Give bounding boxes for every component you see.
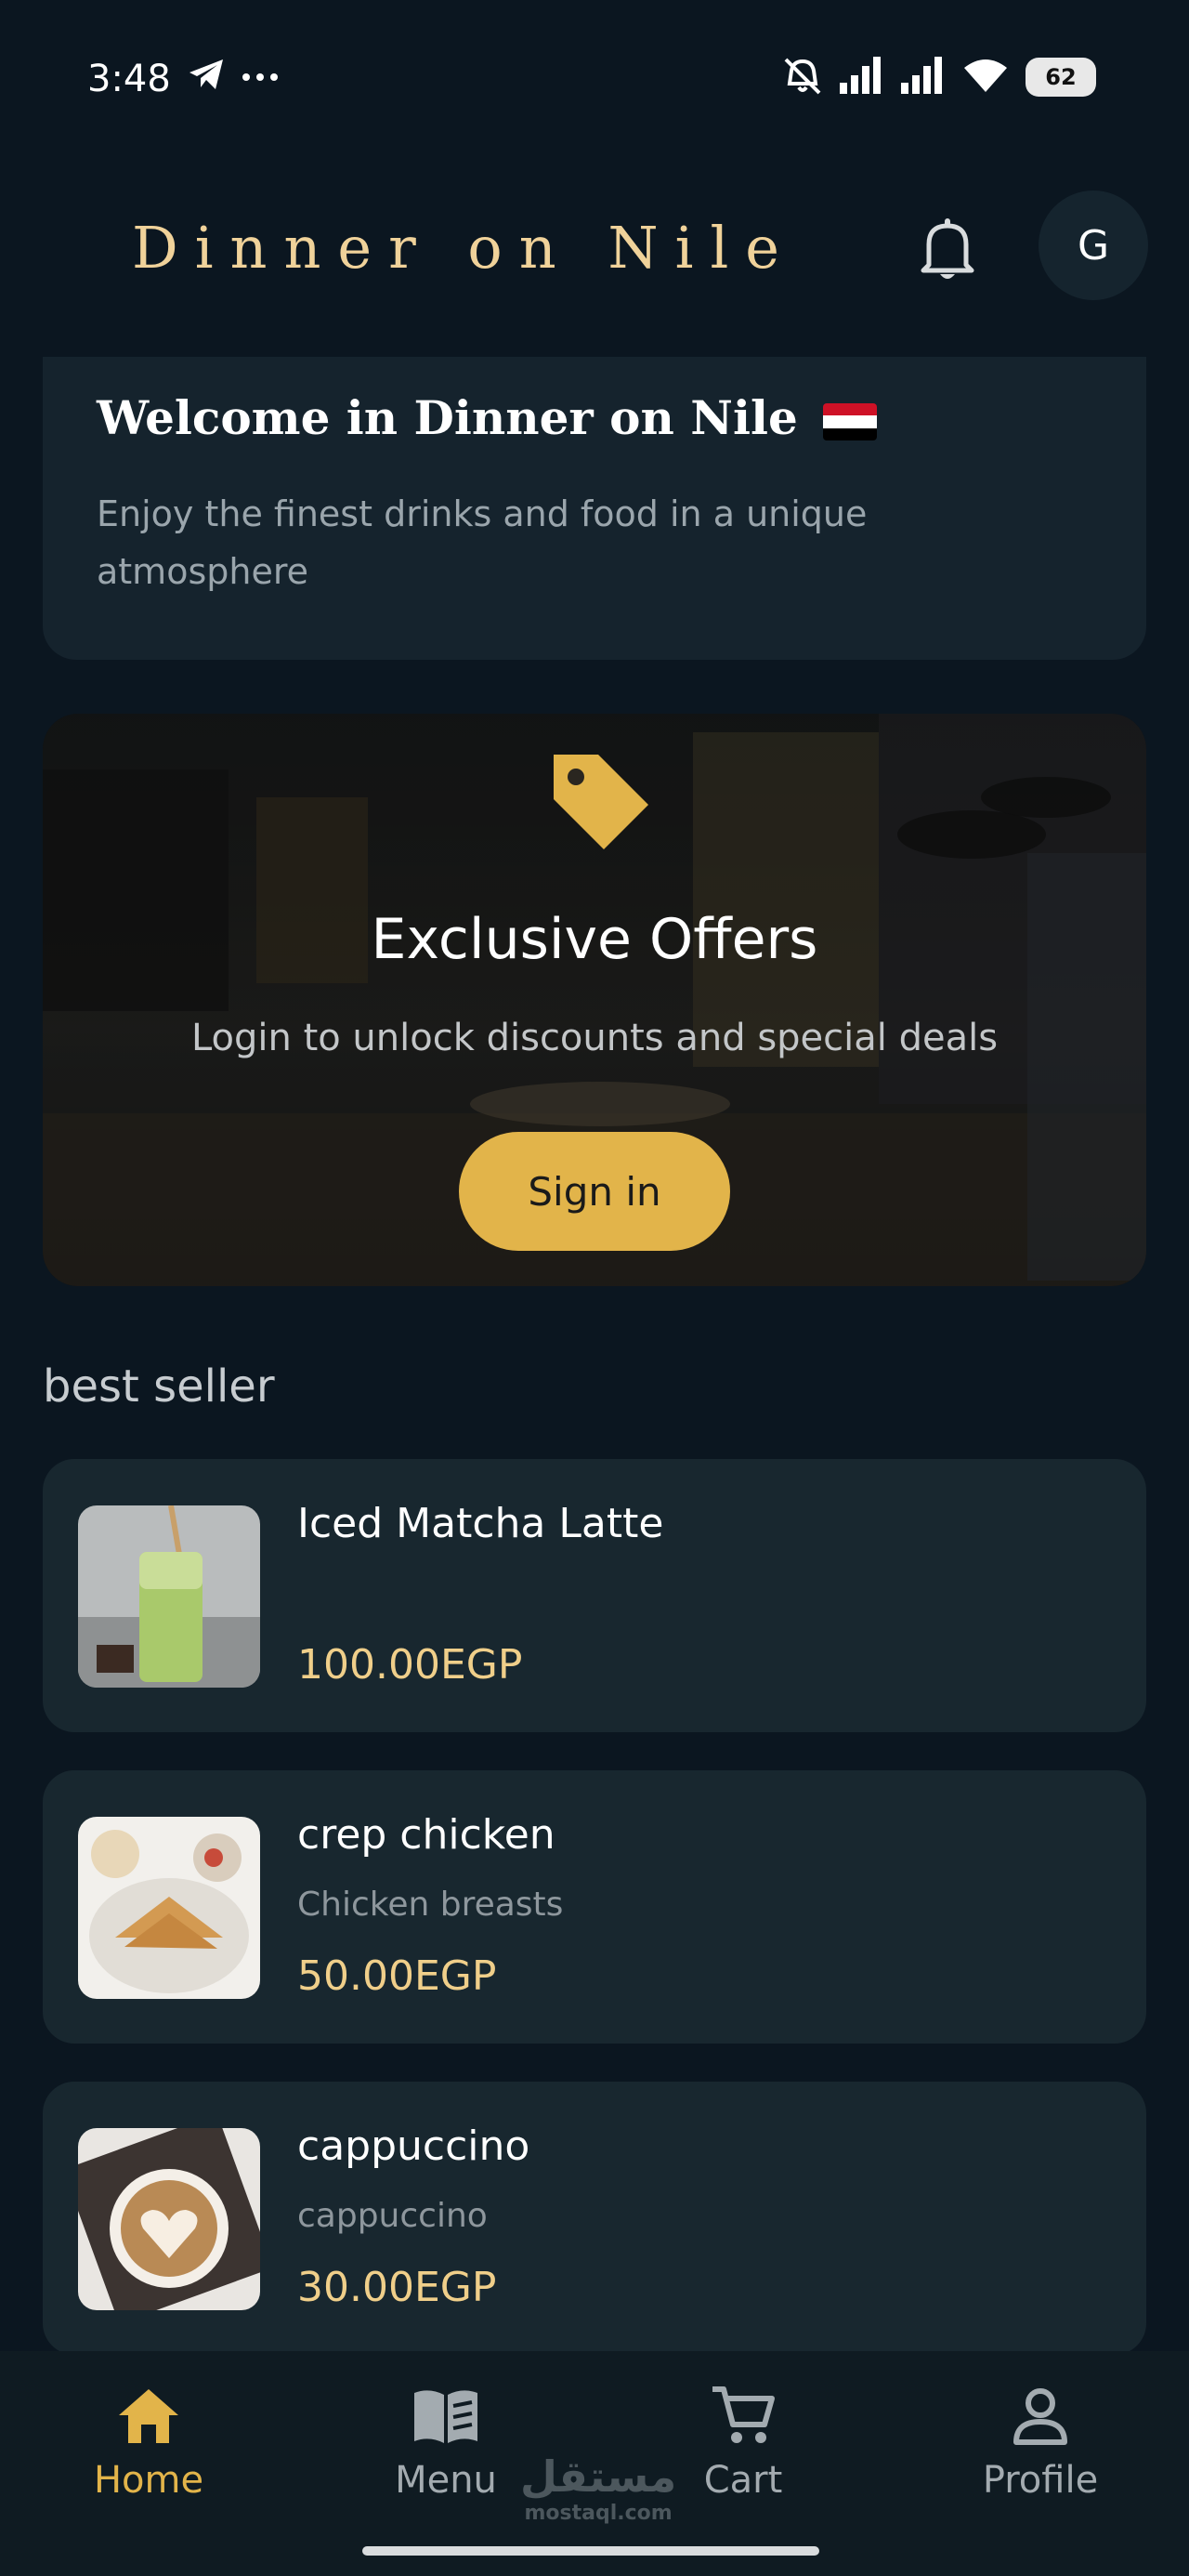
offers-content: Exclusive Offers Login to unlock discoun… [43,714,1146,1286]
product-card[interactable]: crep chicken Chicken breasts 50.00EGP [43,1770,1146,2044]
product-name: cappuccino [297,2123,530,2170]
home-icon [46,2379,251,2453]
welcome-title: Welcome in Dinner on Nile [97,390,878,445]
offers-subtitle: Login to unlock discounts and special de… [190,1017,999,1059]
more-icon [242,68,279,85]
home-indicator [362,2546,819,2556]
watermark: مستقل mostaql.com [520,2451,676,2525]
product-image-crep [78,1817,260,1999]
nav-home-label: Home [93,2459,204,2502]
nav-profile[interactable]: Profile [938,2379,1143,2502]
product-card[interactable]: cappuccino cappuccino 30.00EGP [43,2082,1146,2355]
best-seller-title: best seller [43,1360,275,1413]
offers-title: Exclusive Offers [371,907,818,972]
status-right-icons: 62 [782,56,1096,99]
status-left-icons [188,58,279,95]
egypt-flag-icon [823,403,878,440]
avatar[interactable]: G [1039,191,1148,300]
cart-icon [641,2379,845,2453]
signal-icon [901,57,946,98]
watermark-latin: mostaql.com [524,2502,673,2525]
mute-icon [782,56,823,99]
product-image-matcha [78,1505,260,1688]
welcome-card: Welcome in Dinner on Nile Enjoy the fine… [43,357,1146,660]
product-price: 30.00EGP [297,2264,497,2311]
book-icon [344,2379,548,2453]
sign-in-button[interactable]: Sign in [459,1132,730,1251]
watermark-arabic: مستقل [520,2451,677,2502]
offers-banner: Exclusive Offers Login to unlock discoun… [43,714,1146,1286]
nav-home[interactable]: Home [46,2379,251,2502]
product-description: Chicken breasts [297,1886,564,1924]
nav-profile-label: Profile [982,2459,1099,2502]
status-bar: 3:48 62 [0,0,1189,158]
tag-icon [544,745,656,857]
bell-icon[interactable] [912,214,983,284]
product-name: crep chicken [297,1811,555,1859]
app-header: Dinner on Nile G [0,177,1189,316]
person-icon [938,2379,1143,2453]
welcome-title-text: Welcome in Dinner on Nile [97,390,798,445]
signal-icon [840,57,884,98]
product-price: 50.00EGP [297,1952,497,2000]
status-time: 3:48 [87,58,171,100]
nav-menu-label: Menu [395,2459,497,2502]
product-description: cappuccino [297,2197,488,2235]
product-price: 100.00EGP [297,1641,523,1689]
wifi-icon [962,57,1009,98]
welcome-subtitle: Enjoy the finest drinks and food in a un… [97,493,868,592]
telegram-icon [188,58,225,95]
product-card[interactable]: Iced Matcha Latte 100.00EGP [43,1459,1146,1732]
battery-icon: 62 [1026,58,1096,97]
app-title: Dinner on Nile [132,214,797,282]
bottom-nav: Home Menu Cart Profile مستقل mostaql.com [0,2351,1189,2576]
nav-menu[interactable]: Menu [344,2379,548,2502]
product-image-cappuccino [78,2128,260,2310]
product-name: Iced Matcha Latte [297,1500,664,1547]
